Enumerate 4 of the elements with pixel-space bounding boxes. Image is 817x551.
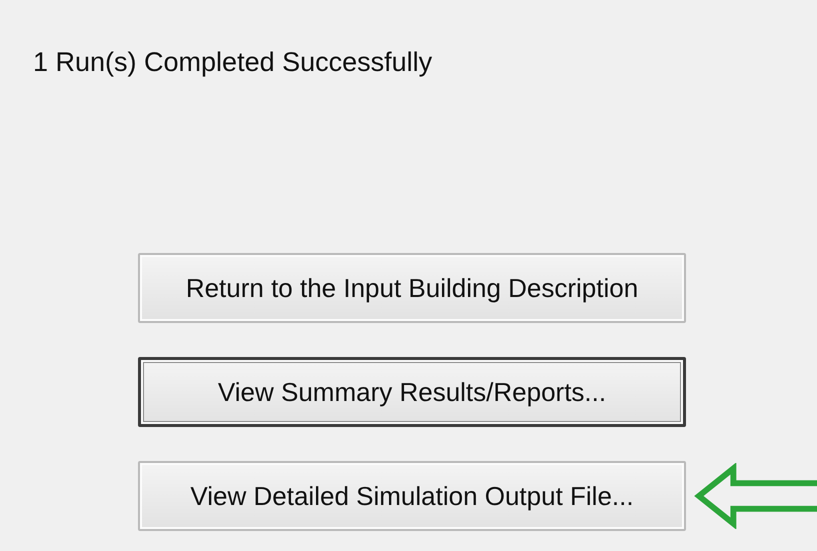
status-text: 1 Run(s) Completed Successfully: [33, 46, 434, 78]
action-button[interactable]: View Summary Results/Reports...: [138, 357, 686, 428]
action-button[interactable]: Return to the Input Building Description: [138, 253, 686, 324]
action-button[interactable]: View Detailed Simulation Output File...: [138, 461, 686, 532]
